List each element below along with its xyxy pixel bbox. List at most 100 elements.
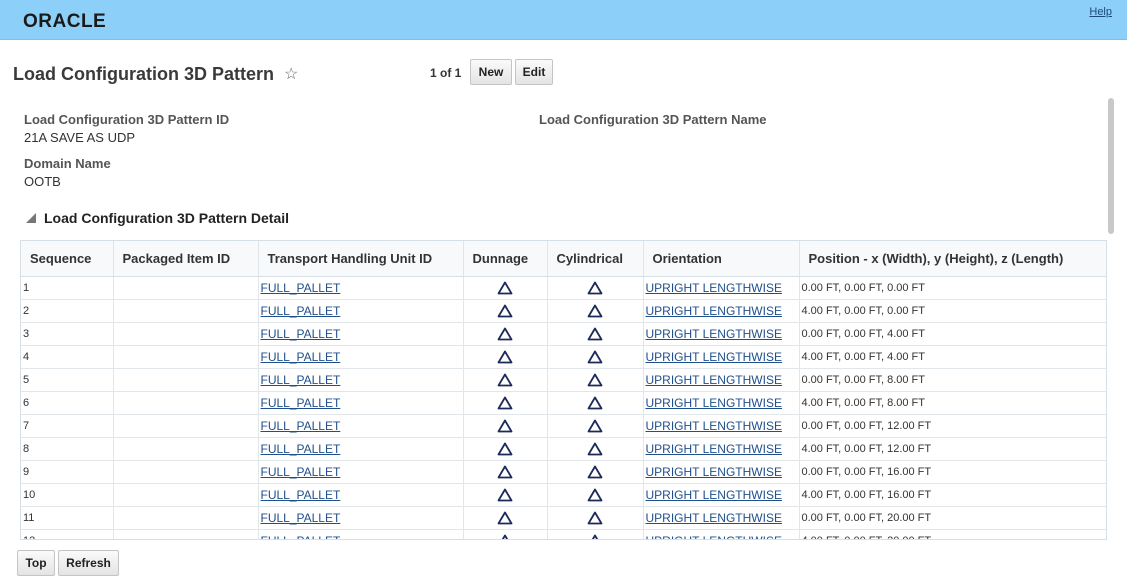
packaged-item-cell [113,506,259,530]
orientation-link[interactable]: UPRIGHT LENGTHWISE [643,437,800,461]
sequence-cell: 9 [21,460,114,484]
position-cell: 4.00 FT, 0.00 FT, 8.00 FT [799,391,1106,415]
table-row[interactable]: 4 FULL_PALLET UPRIGHT LENGTHWISE 4.00 FT, 0… [21,345,1106,369]
dunnage-cell [463,506,548,530]
column-header-thu-id[interactable]: Transport Handling Unit ID [258,241,464,277]
column-header-cylindrical[interactable]: Cylindrical [547,241,644,277]
collapse-triangle-icon[interactable] [26,213,36,223]
star-icon[interactable]: ☆ [284,64,298,84]
table-row[interactable]: 8 FULL_PALLET UPRIGHT LENGTHWISE 4.00 FT, 0… [21,437,1106,461]
pattern-id-value: 21A SAVE AS UDP [24,130,136,145]
orientation-link[interactable]: UPRIGHT LENGTHWISE [643,529,800,539]
orientation-link[interactable]: UPRIGHT LENGTHWISE [643,276,800,300]
thu-link[interactable]: FULL_PALLET [258,460,464,484]
orientation-link[interactable]: UPRIGHT LENGTHWISE [643,506,800,530]
table-row[interactable]: 10 FULL_PALLET UPRIGHT LENGTHWISE 4.00 FT, … [21,483,1106,507]
dunnage-cell [463,529,548,539]
position-cell: 0.00 FT, 0.00 FT, 16.00 FT [799,460,1106,484]
position-cell: 0.00 FT, 0.00 FT, 4.00 FT [799,322,1106,346]
orientation-link[interactable]: UPRIGHT LENGTHWISE [643,299,800,323]
packaged-item-cell [113,414,259,438]
orientation-link[interactable]: UPRIGHT LENGTHWISE [643,483,800,507]
cylindrical-triangle-icon [587,488,603,501]
thu-link[interactable]: FULL_PALLET [258,368,464,392]
table-row[interactable]: 3 FULL_PALLET UPRIGHT LENGTHWISE 0.00 FT, 0… [21,322,1106,346]
column-header-dunnage[interactable]: Dunnage [463,241,548,277]
column-header-sequence[interactable]: Sequence [21,241,114,277]
dunnage-cell [463,299,548,323]
thu-link[interactable]: FULL_PALLET [258,345,464,369]
top-button[interactable]: Top [17,550,55,576]
dunnage-cell [463,437,548,461]
domain-name-value: OOTB [24,174,61,189]
table-row[interactable]: 2 FULL_PALLET UPRIGHT LENGTHWISE 4.00 FT, 0… [21,299,1106,323]
dunnage-cell [463,322,548,346]
packaged-item-cell [113,437,259,461]
cylindrical-triangle-icon [587,327,603,340]
table-row[interactable]: 7 FULL_PALLET UPRIGHT LENGTHWISE 0.00 FT, 0… [21,414,1106,438]
domain-name-label: Domain Name [24,156,111,171]
packaged-item-cell [113,529,259,539]
packaged-item-cell [113,322,259,346]
cylindrical-cell [547,322,644,346]
sequence-cell: 3 [21,322,114,346]
dunnage-triangle-icon [497,327,513,340]
sequence-cell: 10 [21,483,114,507]
table-row[interactable]: 6 FULL_PALLET UPRIGHT LENGTHWISE 4.00 FT, 0… [21,391,1106,415]
thu-link[interactable]: FULL_PALLET [258,322,464,346]
pattern-id-label: Load Configuration 3D Pattern ID [24,112,230,127]
header-bar: ORACLE Help [0,0,1127,40]
record-pager: 1 of 1 [430,66,462,80]
thu-link[interactable]: FULL_PALLET [258,391,464,415]
cylindrical-cell [547,529,644,539]
sequence-cell: 11 [21,506,114,530]
column-header-orientation[interactable]: Orientation [643,241,800,277]
orientation-link[interactable]: UPRIGHT LENGTHWISE [643,391,800,415]
thu-link[interactable]: FULL_PALLET [258,276,464,300]
thu-link[interactable]: FULL_PALLET [258,414,464,438]
sequence-cell: 7 [21,414,114,438]
table-row[interactable]: 1 FULL_PALLET UPRIGHT LENGTHWISE 0.00 FT, 0… [21,276,1106,300]
thu-link[interactable]: FULL_PALLET [258,529,464,539]
position-cell: 4.00 FT, 0.00 FT, 4.00 FT [799,345,1106,369]
column-header-position[interactable]: Position - x (Width), y (Height), z (Len… [799,241,1106,277]
dunnage-cell [463,460,548,484]
dunnage-cell [463,368,548,392]
dunnage-triangle-icon [497,442,513,455]
sequence-cell: 12 [21,529,114,539]
new-button[interactable]: New [470,59,512,85]
thu-link[interactable]: FULL_PALLET [258,483,464,507]
packaged-item-cell [113,299,259,323]
dunnage-cell [463,414,548,438]
cylindrical-cell [547,299,644,323]
orientation-link[interactable]: UPRIGHT LENGTHWISE [643,460,800,484]
vertical-scrollbar[interactable] [1108,98,1114,234]
help-link[interactable]: Help [1089,6,1112,18]
table-row[interactable]: 11 FULL_PALLET UPRIGHT LENGTHWISE 0.00 FT, … [21,506,1106,530]
refresh-button[interactable]: Refresh [58,550,119,576]
position-cell: 4.00 FT, 0.00 FT, 12.00 FT [799,437,1106,461]
orientation-link[interactable]: UPRIGHT LENGTHWISE [643,345,800,369]
thu-link[interactable]: FULL_PALLET [258,437,464,461]
column-header-packaged-item-id[interactable]: Packaged Item ID [113,241,259,277]
cylindrical-triangle-icon [587,419,603,432]
position-cell: 0.00 FT, 0.00 FT, 20.00 FT [799,506,1106,530]
packaged-item-cell [113,345,259,369]
dunnage-triangle-icon [497,304,513,317]
sequence-cell: 2 [21,299,114,323]
dunnage-triangle-icon [497,534,513,539]
orientation-link[interactable]: UPRIGHT LENGTHWISE [643,322,800,346]
dunnage-cell [463,391,548,415]
orientation-link[interactable]: UPRIGHT LENGTHWISE [643,414,800,438]
cylindrical-cell [547,345,644,369]
table-row[interactable]: 12 FULL_PALLET UPRIGHT LENGTHWISE4.00 FT, … [21,529,1106,539]
table-row[interactable]: 9 FULL_PALLET UPRIGHT LENGTHWISE 0.00 FT, 0… [21,460,1106,484]
sequence-cell: 8 [21,437,114,461]
edit-button[interactable]: Edit [515,59,553,85]
thu-link[interactable]: FULL_PALLET [258,299,464,323]
cylindrical-triangle-icon [587,373,603,386]
thu-link[interactable]: FULL_PALLET [258,506,464,530]
packaged-item-cell [113,483,259,507]
orientation-link[interactable]: UPRIGHT LENGTHWISE [643,368,800,392]
table-row[interactable]: 5 FULL_PALLET UPRIGHT LENGTHWISE 0.00 FT, 0… [21,368,1106,392]
